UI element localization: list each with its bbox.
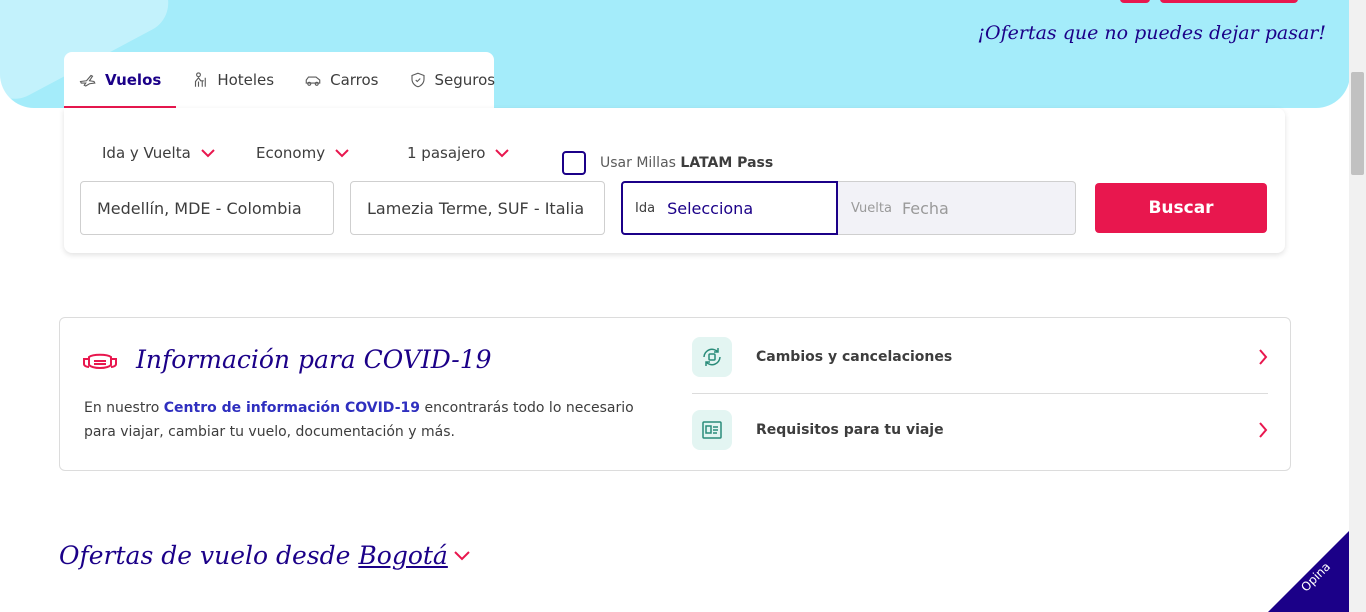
link-label: Cambios y cancelaciones [756,349,953,365]
flight-offers-heading: Ofertas de vuelo desde Bogotá [59,541,470,570]
passengers-select[interactable]: 1 pasajero [407,144,510,162]
offers-prefix: Ofertas de vuelo desde [59,541,351,570]
icon-box [692,337,732,377]
hero-tagline: ¡Ofertas que no puedes dejar pasar! [977,22,1326,44]
document-id-icon [702,421,722,439]
covid-text-before: En nuestro [84,400,164,416]
covid-center-link[interactable]: Centro de información COVID-19 [164,400,420,416]
chevron-down-icon [495,148,510,157]
page: ¡Ofertas que no puedes dejar pasar! Vuel… [0,0,1366,612]
chevron-right-icon [1259,349,1268,365]
changes-cancellations-link[interactable]: Cambios y cancelaciones [692,337,1268,377]
feedback-tab[interactable]: Opina [1268,530,1350,612]
departure-date-input[interactable]: Ida Selecciona [621,181,838,235]
tab-label: Vuelos [105,71,162,89]
tab-carros[interactable]: Carros [289,52,393,108]
chevron-down-icon[interactable] [454,550,470,561]
tab-vuelos[interactable]: Vuelos [64,52,177,108]
covid-title: Información para COVID-19 [136,345,492,374]
scrollbar-thumb[interactable] [1351,72,1364,175]
bellhop-icon [195,72,207,87]
tab-seguros[interactable]: Seguros [394,52,511,108]
use-miles-checkbox[interactable] [562,151,586,175]
link-label: Requisitos para tu viaje [756,422,944,438]
page-scrollbar[interactable] [1349,0,1366,612]
cabin-value: Economy [256,144,326,162]
return-date-label: Vuelta [851,200,892,216]
promo-button[interactable] [1160,0,1298,3]
chevron-down-icon [201,148,215,157]
origin-value: Medellín, MDE - Colombia [97,198,302,218]
departure-date-value: Selecciona [667,198,754,218]
passengers-value: 1 pasajero [407,144,486,162]
covid-description: En nuestro Centro de información COVID-1… [84,396,664,444]
destination-value: Lamezia Terme, SUF - Italia [367,198,585,218]
chevron-right-icon [1259,422,1268,438]
tab-label: Hoteles [217,71,275,89]
search-button[interactable]: Buscar [1095,183,1267,233]
icon-box [692,410,732,450]
covid-info-panel: Información para COVID-19 En nuestro Cen… [59,317,1291,471]
travel-requirements-link[interactable]: Requisitos para tu viaje [692,410,1268,450]
tab-label: Carros [330,71,379,89]
trip-type-value: Ida y Vuelta [102,144,191,162]
origin-city-selector[interactable]: Bogotá [358,541,447,570]
destination-input[interactable]: Lamezia Terme, SUF - Italia [350,181,605,235]
shield-icon [410,72,425,88]
trip-type-select[interactable]: Ida y Vuelta [102,144,215,162]
departure-date-label: Ida [635,200,656,216]
miles-label: Usar Millas [600,155,676,171]
tab-hoteles[interactable]: Hoteles [176,52,289,108]
tab-label: Seguros [434,71,496,89]
cabin-select[interactable]: Economy [256,144,349,162]
promo-chip[interactable] [1120,0,1150,3]
calendar-refresh-icon [703,348,721,366]
chevron-down-icon [335,148,349,157]
miles-brand: LATAM Pass [680,155,774,171]
return-date-value: Fecha [901,198,949,218]
origin-input[interactable]: Medellín, MDE - Colombia [80,181,334,235]
face-mask-icon [83,353,117,369]
plane-icon [79,74,96,87]
divider [692,393,1268,394]
feedback-triangle [1268,530,1350,612]
flight-search-form: Ida y Vuelta Economy 1 pasajero Usar Mil… [64,108,1285,253]
car-icon [305,76,321,86]
use-miles-option[interactable]: Usar Millas LATAM Pass [562,151,773,175]
return-date-input[interactable]: Vuelta Fecha [837,181,1076,235]
product-tabs: Vuelos Hoteles Carros Seguros [64,52,495,108]
